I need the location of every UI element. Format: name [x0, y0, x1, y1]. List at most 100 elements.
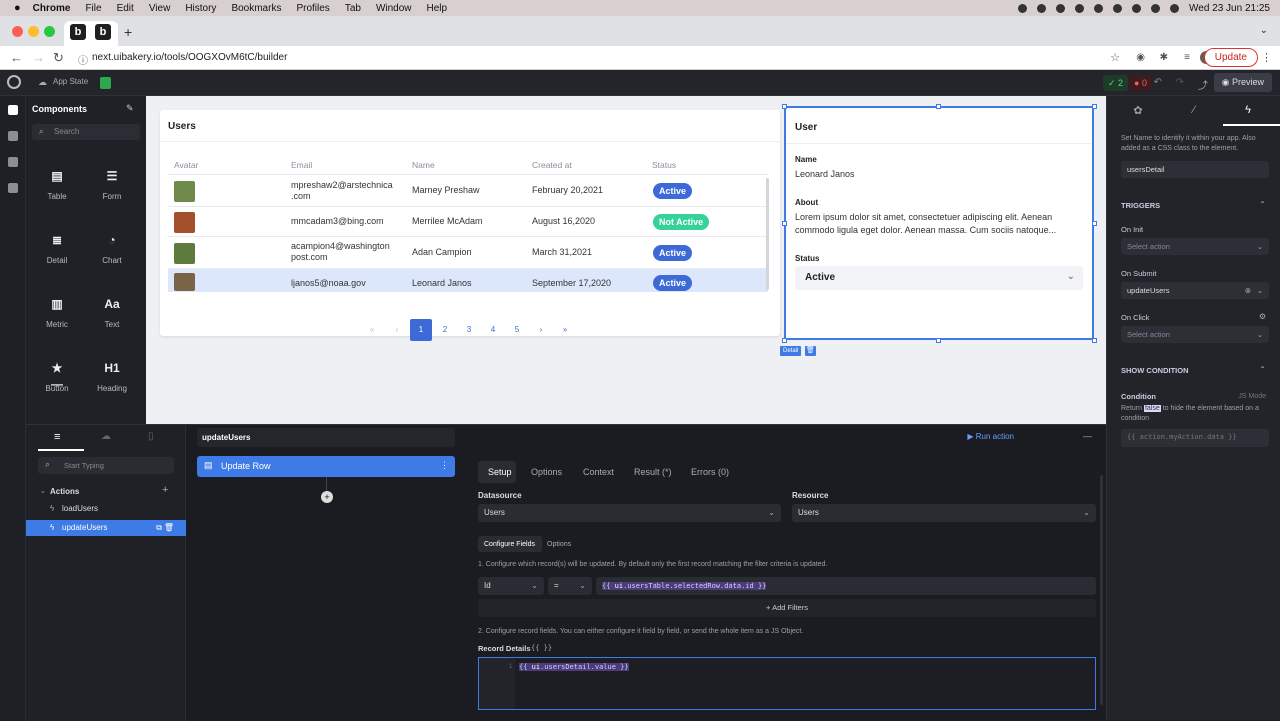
close-window-button[interactable]: [12, 26, 23, 37]
bookmark-star-icon[interactable]: ☆: [1110, 51, 1120, 64]
menu-bookmarks[interactable]: Bookmarks: [231, 3, 281, 14]
action-step-update-row[interactable]: ▤ Update Row ⋮: [197, 456, 455, 477]
forward-icon[interactable]: →: [32, 50, 45, 65]
apple-icon[interactable]: ●: [14, 2, 21, 14]
add-component-icon[interactable]: [8, 105, 18, 115]
on-init-select[interactable]: Select action ⌄: [1121, 238, 1269, 255]
reading-list-icon[interactable]: ≡: [1184, 52, 1190, 63]
column-header-status[interactable]: Status: [652, 160, 676, 170]
pagination-page-2[interactable]: 2: [434, 320, 456, 340]
show-condition-heading[interactable]: SHOW CONDITION: [1121, 366, 1189, 375]
filter-field-select[interactable]: Id ⌄: [478, 577, 544, 595]
tab-errors[interactable]: Errors (0): [691, 467, 729, 477]
component-detail[interactable]: ≣ Detail: [32, 232, 82, 265]
settings-icon[interactable]: ✿: [1131, 104, 1145, 118]
resize-handle[interactable]: [1092, 221, 1097, 226]
status-icon[interactable]: [1075, 3, 1084, 13]
filter-value-input[interactable]: {{ ui.usersTable.selectedRow.data.id }}: [596, 577, 1096, 595]
resize-handle[interactable]: [1092, 104, 1097, 109]
component-heading[interactable]: H1 Heading: [87, 360, 137, 393]
new-tab-icon[interactable]: +: [124, 24, 132, 40]
component-table[interactable]: ▤ Table: [32, 168, 82, 201]
menu-file[interactable]: File: [85, 3, 101, 14]
table-scrollbar[interactable]: [766, 178, 769, 290]
duplicate-icon[interactable]: ⧉: [156, 520, 162, 536]
success-badge[interactable]: ✓ 2: [1102, 75, 1128, 91]
pagination-page-3[interactable]: 3: [458, 320, 480, 340]
tab-options[interactable]: Options: [531, 467, 562, 477]
back-icon[interactable]: ←: [10, 50, 23, 65]
menu-help[interactable]: Help: [427, 3, 448, 14]
data-icon[interactable]: [8, 183, 18, 193]
pagination-page-1[interactable]: 1: [410, 319, 432, 341]
action-name-input[interactable]: updateUsers: [197, 428, 455, 447]
component-text[interactable]: Aa Text: [87, 296, 137, 329]
pagination-next[interactable]: ›: [530, 320, 552, 340]
layers-icon[interactable]: [8, 157, 18, 167]
editor-scrollbar[interactable]: [1100, 475, 1103, 705]
menu-edit[interactable]: Edit: [117, 3, 134, 14]
column-header-email[interactable]: Email: [291, 160, 312, 170]
component-button[interactable]: ★— Button: [32, 360, 82, 393]
resize-handle[interactable]: [1092, 338, 1097, 343]
chevron-up-icon[interactable]: ⌃: [1259, 365, 1266, 374]
resize-handle[interactable]: [782, 338, 787, 343]
triggers-heading[interactable]: TRIGGERS: [1121, 201, 1160, 210]
pagination-last[interactable]: »: [554, 320, 576, 340]
on-click-select[interactable]: Select action ⌄: [1121, 326, 1269, 343]
chrome-update-button[interactable]: Update: [1203, 48, 1258, 67]
condition-input[interactable]: {{ action.myAction.data }}: [1121, 429, 1269, 447]
delete-element-icon[interactable]: 🗑: [805, 346, 816, 356]
clear-icon[interactable]: ⊗: [1245, 282, 1251, 299]
user-detail-card[interactable]: User Name Leonard Janos About Lorem ipsu…: [784, 106, 1094, 340]
chrome-menu-icon[interactable]: ⋮: [1261, 51, 1272, 64]
subtab-options[interactable]: Options: [547, 541, 571, 548]
subtab-configure-fields[interactable]: Configure Fields: [484, 541, 535, 548]
uibakery-logo[interactable]: [7, 75, 21, 89]
app-state-button[interactable]: App State: [53, 77, 88, 86]
add-action-icon[interactable]: +: [162, 484, 168, 496]
menu-view[interactable]: View: [149, 3, 171, 14]
js-mode-toggle[interactable]: {{ }}: [531, 644, 552, 652]
actions-bolt-icon[interactable]: ϟ: [1241, 104, 1255, 118]
style-brush-icon[interactable]: ⁄: [1187, 104, 1201, 118]
wifi-icon[interactable]: [1113, 3, 1122, 13]
status-icon[interactable]: [1056, 3, 1065, 13]
pagination-page-4[interactable]: 4: [482, 320, 504, 340]
pin-icon[interactable]: ✎: [126, 103, 134, 114]
js-mode-toggle[interactable]: JS Mode: [1238, 393, 1266, 400]
tab-setup[interactable]: Setup: [488, 467, 512, 477]
chevron-down-icon[interactable]: ⌄: [40, 487, 46, 495]
column-header-avatar[interactable]: Avatar: [174, 160, 198, 170]
resource-select[interactable]: Users ⌄: [792, 504, 1096, 522]
element-tag[interactable]: Detail: [780, 346, 802, 356]
zoom-window-button[interactable]: [44, 26, 55, 37]
datasource-select[interactable]: Users ⌄: [478, 504, 781, 522]
cloud-icon[interactable]: ☁: [101, 431, 111, 442]
tab-result[interactable]: Result (*): [634, 467, 672, 477]
url-field[interactable]: next.uibakery.io/tools/OOGXOvM6tC/builde…: [92, 52, 287, 63]
minimize-window-button[interactable]: [28, 26, 39, 37]
resize-handle[interactable]: [782, 221, 787, 226]
puzzle-icon[interactable]: ✱: [1160, 52, 1168, 63]
status-select[interactable]: Active ⌄: [795, 266, 1083, 290]
menu-app-name[interactable]: Chrome: [33, 3, 71, 14]
column-header-name[interactable]: Name: [412, 160, 435, 170]
share-icon[interactable]: ⤴: [1198, 77, 1208, 92]
resize-handle[interactable]: [782, 104, 787, 109]
tab-context[interactable]: Context: [583, 467, 614, 477]
add-filters-button[interactable]: + Add Filters: [478, 599, 1096, 617]
users-table-card[interactable]: Users Avatar Email Name Created at Statu…: [160, 110, 780, 341]
pages-icon[interactable]: [8, 131, 18, 141]
status-icon[interactable]: [1037, 3, 1046, 13]
search-icon[interactable]: [1170, 3, 1179, 13]
menu-tab[interactable]: Tab: [345, 3, 361, 14]
table-row-selected[interactable]: ljanos5@noaa.gov Leonard Janos September…: [168, 268, 768, 292]
site-info-icon[interactable]: ⓘ: [78, 52, 88, 67]
file-icon[interactable]: ▯: [148, 431, 154, 442]
menubar-clock[interactable]: Wed 23 Jun 21:25: [1189, 3, 1270, 14]
uibakery-tab-icon[interactable]: b: [70, 24, 86, 40]
add-step-icon[interactable]: +: [321, 491, 333, 503]
menu-window[interactable]: Window: [376, 3, 412, 14]
uibakery-tab-icon[interactable]: b: [95, 24, 111, 40]
